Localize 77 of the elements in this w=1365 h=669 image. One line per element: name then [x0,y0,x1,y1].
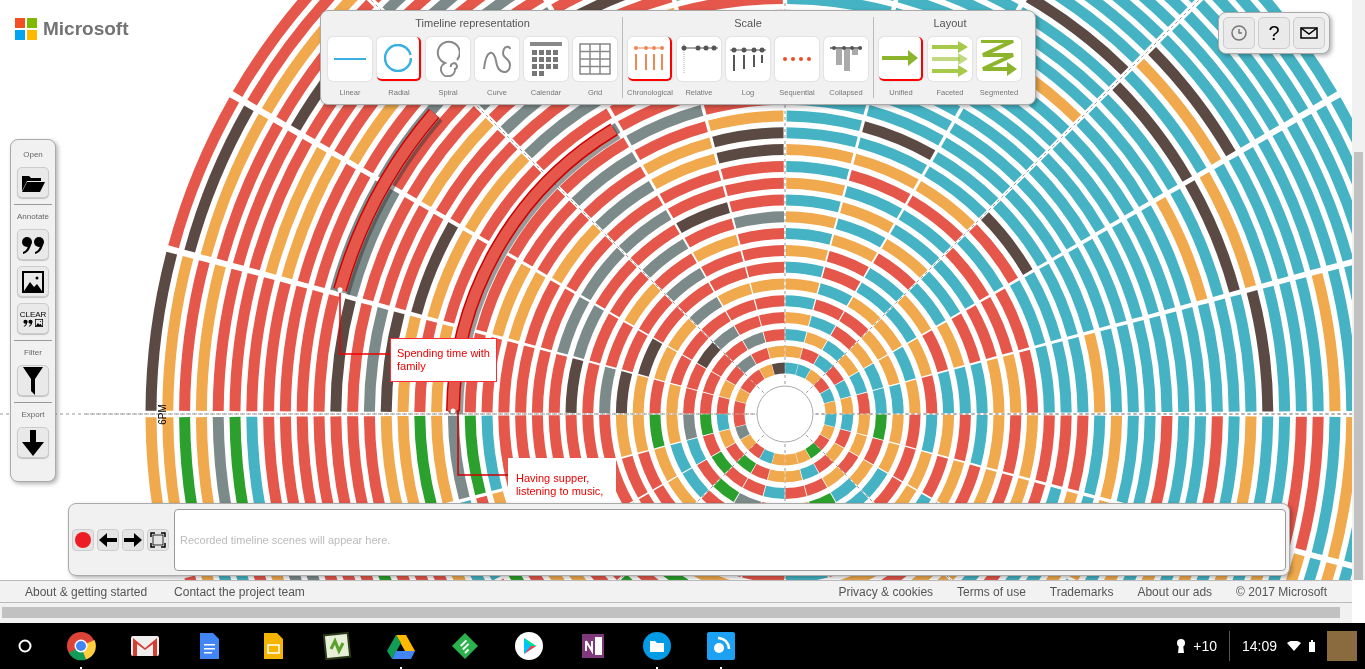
brand-name: Microsoft [43,17,129,41]
option-icon [782,55,812,62]
clock-button[interactable] [1223,17,1255,49]
section-title: Open [23,149,43,161]
option-icon [679,42,719,75]
footer-link[interactable]: Trademarks [1049,582,1114,601]
option-icon [384,43,412,72]
scrollbar-thumb[interactable] [2,607,1340,618]
fullscreen-button[interactable] [147,528,169,551]
leader-line [339,292,391,355]
leader-line [457,409,509,476]
wifi-icon [1287,641,1301,651]
play-store-icon[interactable] [514,631,544,661]
option-icon [931,39,969,78]
quote-button[interactable] [17,229,49,260]
feed-icon[interactable] [706,631,736,661]
footer-link[interactable]: Privacy & cookies [838,582,934,601]
footer-link[interactable]: Contact the project team [174,582,305,601]
footer-link[interactable]: Terms of use [957,582,1026,601]
fullscreen-icon [150,531,166,548]
clock-time: 14:09 [1241,636,1277,656]
quote-icon [21,235,45,254]
feed-reader-icon[interactable] [450,631,480,661]
image-icon [22,270,44,293]
time-axis-label: 6PM [155,404,169,425]
image-icon [35,319,43,327]
copyright-text: © 2017 Microsoft [1236,583,1327,601]
footer-link[interactable]: About & getting started [25,582,148,601]
center-circle [756,385,814,443]
section-title: Annotate [17,211,49,223]
section-title: Timeline representation [415,16,530,31]
folder-button[interactable] [17,167,49,198]
image-button[interactable] [17,266,49,297]
keyhole-icon [1177,639,1186,653]
browser-icon[interactable] [66,631,96,661]
scrollbar-thumb[interactable] [1354,152,1363,580]
back-button[interactable] [97,528,119,551]
logo-icon [15,18,37,41]
section-title: Layout [933,16,967,31]
option-icon [980,40,1018,77]
app-icon[interactable] [322,631,352,661]
section-title: Filter [24,347,42,359]
annotation-label: Spending time with family [390,338,497,382]
footer-link[interactable]: About our ads [1137,582,1213,601]
option-icon [881,48,919,67]
battery-icon [1309,640,1315,652]
launcher-icon[interactable] [18,639,32,653]
down-arrow-icon [22,429,44,456]
option-icon [829,45,863,72]
filter-icon [23,366,43,395]
folder-icon [21,173,45,192]
mail-button[interactable] [1293,17,1325,49]
option-icon [483,44,511,73]
record-icon [75,531,91,548]
left-arrow-icon [99,532,117,547]
scenes-field[interactable]: Recorded timeline scenes will appear here. [174,508,1286,571]
filter-button[interactable] [17,365,49,396]
section-title: Export [21,409,45,421]
record-button[interactable] [72,528,94,551]
option-icon [729,45,767,72]
download-button[interactable] [17,427,49,458]
option-icon [333,57,367,60]
envelope-icon [1300,27,1318,39]
clear-button[interactable]: CLEAR [17,303,49,334]
annotation-label: Having supper, listening to music, [508,458,616,505]
option-icon [529,40,563,77]
section-title: Scale [734,16,762,31]
option-icon [436,40,460,77]
right-arrow-icon [124,532,142,547]
option-icon [579,42,611,75]
forward-button[interactable] [122,528,144,551]
option-icon [633,44,665,71]
help-button[interactable]: ? [1258,17,1290,49]
quote-icon [23,319,33,327]
clock-icon [1230,24,1248,42]
notification-count: +10 [1193,636,1217,656]
folder-icon[interactable] [642,631,672,661]
